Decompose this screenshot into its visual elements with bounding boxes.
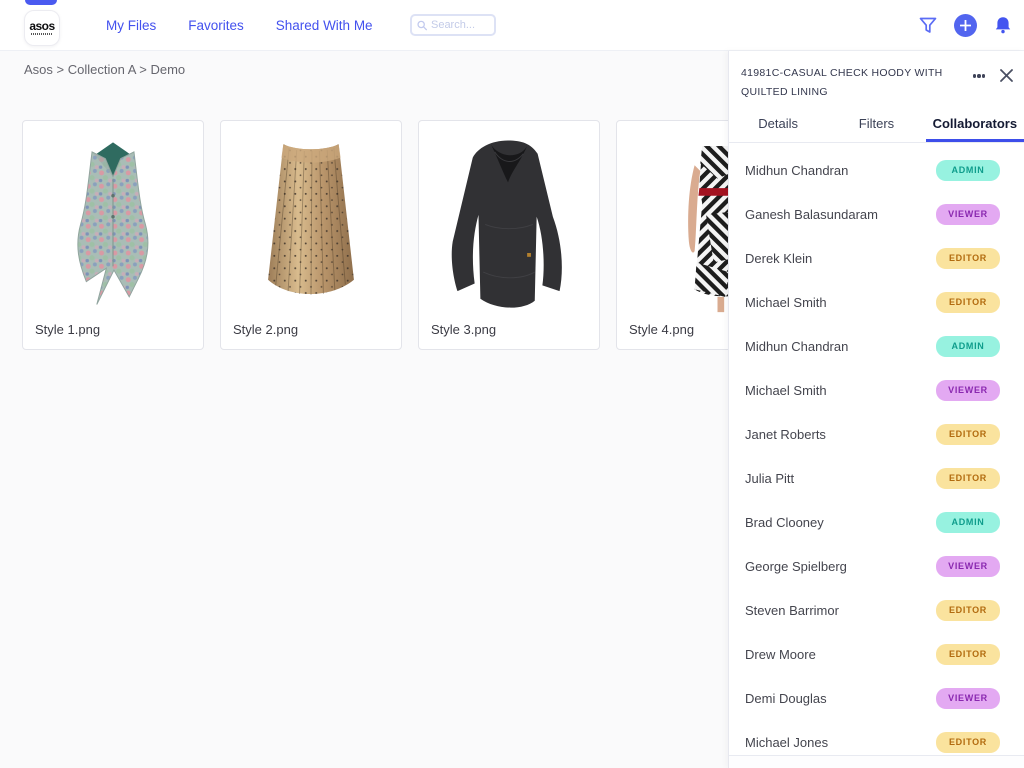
- close-panel-button[interactable]: [997, 66, 1015, 84]
- asset-title: 41981C-CASUAL CHECK HOODY WITH QUILTED L…: [741, 67, 943, 98]
- header-actions: [919, 0, 1012, 51]
- tab-details[interactable]: Details: [729, 110, 827, 142]
- role-badge: EDITOR: [936, 643, 1000, 665]
- collaborator-row: Ganesh Balasundaram VIEWER: [729, 192, 1024, 236]
- asset-detail-panel: 41981C-CASUAL CHECK HOODY WITH QUILTED L…: [728, 51, 1024, 768]
- main-nav: My Files Favorites Shared With Me: [106, 18, 373, 33]
- role-badge: ADMIN: [936, 159, 1000, 181]
- collaborator-name: Steven Barrimor: [745, 602, 839, 618]
- add-button[interactable]: [954, 14, 977, 37]
- collaborator-name: Midhun Chandran: [745, 338, 849, 354]
- search-input[interactable]: [430, 19, 489, 31]
- file-name: Style 1.png: [35, 322, 101, 337]
- panel-tab-bar: Details Filters Collaborators: [729, 110, 1024, 143]
- role-badge: EDITOR: [936, 731, 1000, 753]
- asos-logo-text: asos: [29, 19, 55, 33]
- asos-logo[interactable]: asos: [24, 10, 60, 46]
- filter-button[interactable]: [919, 17, 937, 34]
- thumbnail-floral-vest: [23, 121, 203, 313]
- role-badge: EDITOR: [936, 291, 1000, 313]
- collaborator-name: Janet Roberts: [745, 426, 826, 442]
- nav-my-files[interactable]: My Files: [106, 18, 156, 33]
- collaborator-row: Drew Moore EDITOR: [729, 632, 1024, 676]
- plus-icon: [960, 20, 971, 31]
- file-name: Style 2.png: [233, 322, 299, 337]
- top-accent-pill: [25, 0, 57, 5]
- close-icon: [999, 68, 1013, 82]
- search-box[interactable]: [409, 14, 496, 36]
- breadcrumb[interactable]: Asos > Collection A > Demo: [24, 62, 185, 77]
- role-badge: VIEWER: [936, 555, 1000, 577]
- thumbnail-black-sweater: [419, 121, 599, 313]
- kebab-icon: [972, 74, 977, 78]
- bell-icon: [995, 17, 1011, 34]
- role-badge: VIEWER: [936, 203, 1000, 225]
- collaborator-row: Midhun Chandran ADMIN: [729, 324, 1024, 368]
- nav-shared-with-me[interactable]: Shared With Me: [276, 18, 373, 33]
- role-badge: EDITOR: [936, 423, 1000, 445]
- nav-favorites[interactable]: Favorites: [188, 18, 244, 33]
- tab-filters[interactable]: Filters: [827, 110, 925, 142]
- file-grid: Style 1.png Style 2.png Style 3.png Styl…: [22, 120, 798, 350]
- collaborator-name: Michael Jones: [745, 734, 829, 750]
- app-header: asos My Files Favorites Shared With Me: [0, 0, 1024, 51]
- role-badge: ADMIN: [936, 335, 1000, 357]
- collaborator-row: Midhun Chandran ADMIN: [729, 148, 1024, 192]
- collaborator-name: George Spielberg: [745, 558, 847, 574]
- search-icon: [416, 20, 427, 30]
- collaborator-row: Demi Douglas VIEWER: [729, 676, 1024, 720]
- collaborator-name: Drew Moore: [745, 646, 816, 662]
- collaborator-name: Midhun Chandran: [745, 162, 849, 178]
- collaborator-row: Michael Smith VIEWER: [729, 368, 1024, 412]
- collaborator-row: Steven Barrimor EDITOR: [729, 588, 1024, 632]
- collaborator-name: Michael Smith: [745, 294, 827, 310]
- file-card-style-3[interactable]: Style 3.png: [418, 120, 600, 350]
- role-badge: EDITOR: [936, 247, 1000, 269]
- panel-footer: [729, 755, 1024, 768]
- role-badge: EDITOR: [936, 599, 1000, 621]
- tab-collaborators[interactable]: Collaborators: [925, 110, 1024, 142]
- file-card-style-1[interactable]: Style 1.png: [22, 120, 204, 350]
- collaborator-row: Julia Pitt EDITOR: [729, 456, 1024, 500]
- collaborator-name: Brad Clooney: [745, 514, 824, 530]
- collaborator-row: Derek Klein EDITOR: [729, 236, 1024, 280]
- more-options-button[interactable]: [972, 67, 986, 85]
- thumbnail-gold-pleated-skirt: [221, 121, 401, 313]
- collaborator-name: Julia Pitt: [745, 470, 795, 486]
- role-badge: VIEWER: [936, 687, 1000, 709]
- file-name: Style 3.png: [431, 322, 497, 337]
- collaborator-row: Brad Clooney ADMIN: [729, 500, 1024, 544]
- asos-logo-subtext: [31, 33, 53, 35]
- collaborator-row: Janet Roberts EDITOR: [729, 412, 1024, 456]
- collaborator-name: Derek Klein: [745, 250, 813, 266]
- funnel-icon: [919, 17, 937, 33]
- panel-header: 41981C-CASUAL CHECK HOODY WITH QUILTED L…: [729, 51, 1024, 110]
- collaborator-row: Michael Smith EDITOR: [729, 280, 1024, 324]
- role-badge: EDITOR: [936, 467, 1000, 489]
- collaborator-name: Michael Smith: [745, 382, 827, 398]
- role-badge: ADMIN: [936, 511, 1000, 533]
- file-card-style-2[interactable]: Style 2.png: [220, 120, 402, 350]
- notifications-button[interactable]: [994, 16, 1012, 35]
- collaborator-name: Ganesh Balasundaram: [745, 206, 878, 222]
- collaborator-row: Michael Jones EDITOR: [729, 720, 1024, 755]
- collaborator-list[interactable]: Midhun Chandran ADMIN Ganesh Balasundara…: [729, 143, 1024, 755]
- collaborator-row: George Spielberg VIEWER: [729, 544, 1024, 588]
- role-badge: VIEWER: [936, 379, 1000, 401]
- collaborator-name: Demi Douglas: [745, 690, 827, 706]
